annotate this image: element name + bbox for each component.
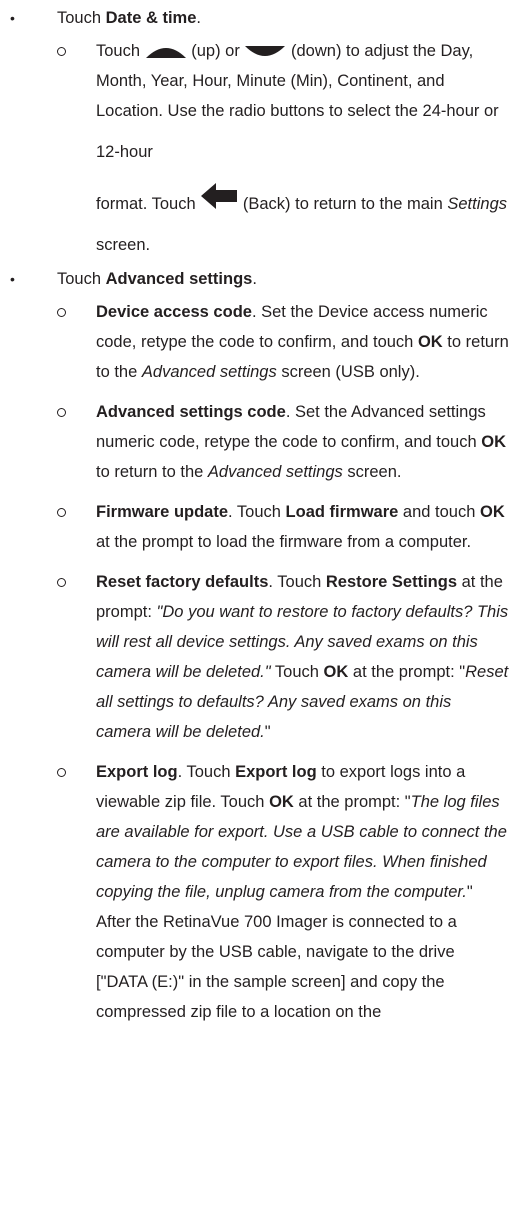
sub-bullet-circle [57, 508, 66, 517]
date-time-instructions: Touch (up) or (down) to adjust the Day, … [0, 36, 517, 260]
advanced-settings-label: Advanced settings [105, 270, 253, 288]
date-time-sublist: Touch (up) or (down) to adjust the Day, … [0, 36, 517, 260]
export-log-item: Export log. Touch Export log to export l… [0, 757, 517, 1027]
sub-bullet-circle [57, 578, 66, 587]
firmware-update-item: Firmware update. Touch Load firmware and… [0, 497, 517, 557]
down-arrow-icon [245, 45, 286, 56]
back-arrow-icon [201, 183, 238, 209]
advanced-settings-code-item: Advanced settings code. Set the Advanced… [0, 397, 517, 487]
sub-bullet-circle [57, 408, 66, 417]
bullet-dot: • [10, 271, 15, 287]
sub-bullet-circle [57, 768, 66, 777]
up-arrow-icon [145, 47, 186, 58]
bullet-date-time: • Touch Date & time. [0, 3, 517, 33]
touch-text: Touch [57, 9, 102, 27]
advanced-settings-sublist: Device access code. Set the Device acces… [0, 297, 517, 1027]
date-time-label: Date & time [105, 9, 197, 27]
bullet-advanced-settings: • Touch Advanced settings. [0, 264, 517, 294]
sub-bullet-circle [57, 308, 66, 317]
device-access-code-item: Device access code. Set the Device acces… [0, 297, 517, 387]
reset-factory-defaults-item: Reset factory defaults. Touch Restore Se… [0, 567, 517, 747]
bullet-dot: • [10, 10, 15, 26]
document-page: • Touch Date & time. Touch (up) or (down… [0, 0, 517, 1231]
sub-bullet-circle [57, 47, 66, 56]
